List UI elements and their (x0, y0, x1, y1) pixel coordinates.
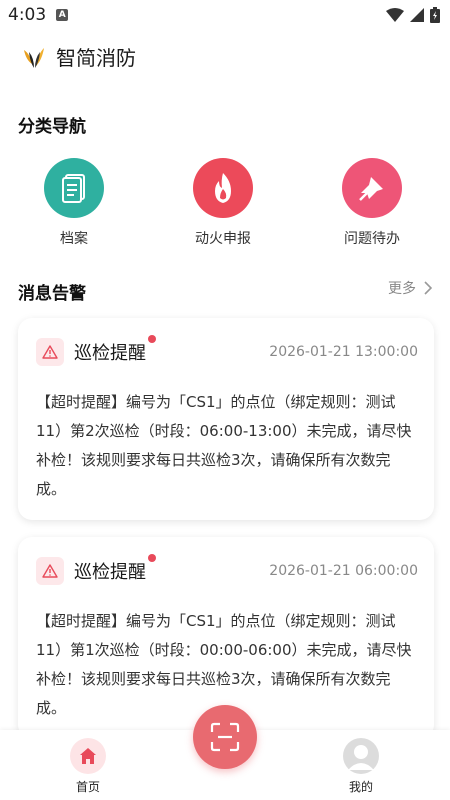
nav-section-title: 分类导航 (18, 117, 86, 137)
document-icon (44, 158, 104, 218)
signal-icon (410, 8, 424, 22)
nav-item-issues[interactable]: 问题待办 (322, 158, 422, 248)
alert-title-text: 巡检提醒 (74, 562, 146, 583)
notification-a-icon: A (56, 9, 69, 21)
tab-home[interactable]: 首页 (58, 738, 118, 795)
nav-label-issues: 问题待办 (344, 231, 400, 247)
alert-card-header: 巡检提醒 2026-01-21 06:00:00 (36, 554, 418, 585)
scan-button[interactable] (193, 705, 257, 769)
tab-mine[interactable]: 我的 (331, 738, 391, 795)
more-link[interactable]: 更多 (388, 278, 432, 298)
alert-time: 2026-01-21 06:00:00 (269, 563, 418, 579)
nav-item-archives[interactable]: 档案 (24, 158, 124, 248)
alert-card[interactable]: 巡检提醒 2026-01-21 13:00:00 【超时提醒】编号为「CS1」的… (18, 318, 434, 520)
unread-dot (148, 335, 156, 343)
status-bar: 4:03 A (0, 0, 450, 30)
more-label: 更多 (388, 281, 416, 297)
app-title: 智简消防 (56, 46, 136, 70)
avatar-icon (343, 738, 379, 774)
battery-icon (430, 7, 440, 23)
alert-title: 巡检提醒 (74, 335, 156, 365)
tab-home-label: 首页 (75, 780, 100, 794)
wifi-icon (386, 8, 404, 22)
home-icon (70, 738, 106, 774)
alert-body: 【超时提醒】编号为「CS1」的点位（绑定规则：测试11）第2次巡检（时段：06:… (36, 393, 412, 498)
warning-icon (36, 557, 64, 585)
alert-title: 巡检提醒 (74, 554, 156, 584)
alert-time: 2026-01-21 13:00:00 (269, 344, 418, 360)
unread-dot (148, 554, 156, 562)
nav-item-hot-work[interactable]: 动火申报 (173, 158, 273, 248)
app-logo-icon (24, 48, 44, 68)
nav-label-archives: 档案 (60, 231, 88, 247)
app-bar: 智简消防 (0, 38, 450, 78)
fire-icon (193, 158, 253, 218)
status-icons (386, 7, 440, 23)
alert-card-header: 巡检提醒 2026-01-21 13:00:00 (36, 335, 418, 366)
nav-label-hot-work: 动火申报 (195, 231, 251, 247)
chevron-right-icon (424, 281, 432, 295)
warning-icon (36, 338, 64, 366)
alerts-section-title: 消息告警 (18, 284, 86, 304)
tab-mine-label: 我的 (348, 780, 373, 794)
status-time: 4:03 (8, 5, 47, 25)
pin-icon (342, 158, 402, 218)
scan-icon (210, 722, 240, 752)
alert-title-text: 巡检提醒 (74, 343, 146, 364)
